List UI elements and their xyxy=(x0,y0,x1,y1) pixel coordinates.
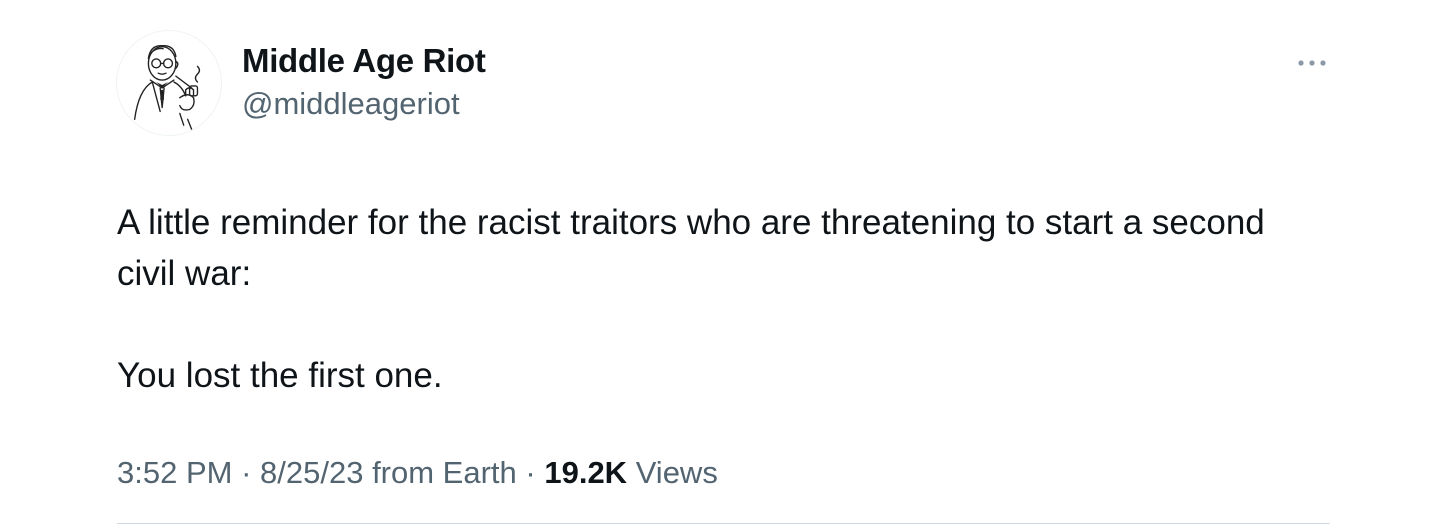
views-label[interactable]: Views xyxy=(627,455,718,490)
divider xyxy=(117,523,1330,524)
author-handle[interactable]: @middleageriot xyxy=(242,86,460,122)
tweet-text: A little reminder for the racist traitor… xyxy=(117,197,1317,401)
more-horizontal-icon xyxy=(1298,60,1326,66)
tweet-paragraph: You lost the first one. xyxy=(117,356,443,395)
tweet-metadata: 3:52 PM · 8/25/23 from Earth · 19.2K Vie… xyxy=(117,455,718,491)
tweet-source: from Earth xyxy=(363,455,517,490)
tweet-paragraph: A little reminder for the racist traitor… xyxy=(117,203,1265,293)
separator: · xyxy=(516,455,545,490)
more-options-button[interactable] xyxy=(1290,50,1334,76)
tweet-time[interactable]: 3:52 PM xyxy=(117,455,232,490)
retro-man-avatar-icon xyxy=(133,44,201,130)
avatar[interactable] xyxy=(116,30,222,136)
tweet: Middle Age Riot @middleageriot A little … xyxy=(0,0,1447,530)
views-count[interactable]: 19.2K xyxy=(544,455,627,490)
author-display-name[interactable]: Middle Age Riot xyxy=(242,42,486,80)
separator: · xyxy=(232,455,261,490)
tweet-date[interactable]: 8/25/23 xyxy=(260,455,363,490)
